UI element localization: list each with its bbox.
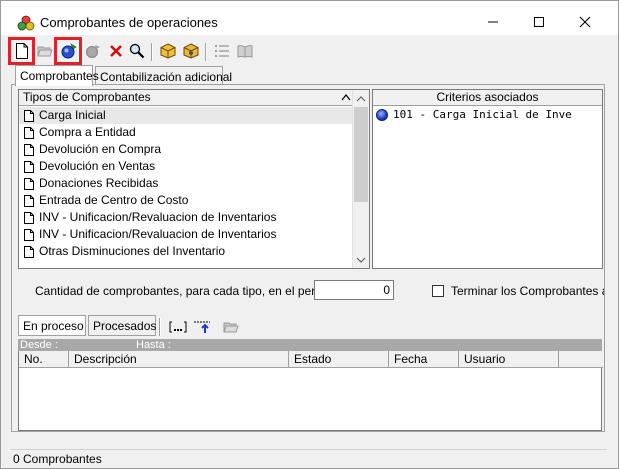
move-up-button[interactable]: [192, 318, 212, 336]
package-config-button[interactable]: [181, 41, 201, 61]
list-icon: [215, 45, 229, 57]
toolbar-separator-2: [205, 43, 207, 61]
scroll-up-arrow[interactable]: [353, 90, 369, 107]
new-document-button[interactable]: [12, 41, 32, 61]
range-button[interactable]: [168, 318, 188, 336]
comprobantes-panel: Tipos de Comprobantes Carga Inicial Comp…: [11, 84, 605, 432]
hasta-label: Hasta :: [136, 339, 171, 351]
package-icon: [160, 43, 176, 59]
maximize-button[interactable]: [517, 7, 561, 37]
tab-contabilizacion[interactable]: Contabilización adicional: [95, 66, 232, 86]
desde-label: Desde :: [20, 339, 58, 351]
delete-button[interactable]: [106, 41, 126, 61]
document-icon: [24, 178, 34, 190]
types-header-label: Tipos de Comprobantes: [23, 90, 151, 104]
search-icon: [129, 43, 145, 59]
open-folder-button[interactable]: [35, 41, 55, 61]
process-icon: [61, 43, 77, 59]
comprobantes-grid[interactable]: No. Descripción Estado Fecha Usuario: [18, 351, 603, 431]
tab-en-proceso[interactable]: En proceso: [18, 315, 86, 336]
list-item[interactable]: Devolución en Compra: [19, 141, 353, 158]
list-item[interactable]: INV - Unificacion/Revaluacion de Inventa…: [19, 209, 353, 226]
document-icon: [24, 229, 34, 241]
panel-content: Tipos de Comprobantes Carga Inicial Comp…: [12, 85, 604, 431]
terminate-checkbox-label[interactable]: Terminar los Comprobantes al co: [451, 284, 604, 298]
column-estado[interactable]: Estado: [289, 351, 389, 368]
quantity-label: Cantidad de comprobantes, para cada tipo…: [35, 284, 339, 298]
list-item[interactable]: Donaciones Recibidas: [19, 175, 353, 192]
search-button[interactable]: [127, 41, 147, 61]
open-folder-icon: [37, 46, 53, 57]
column-usuario[interactable]: Usuario: [459, 351, 559, 368]
document-icon: [24, 127, 34, 139]
criteria-item[interactable]: 101 - Carga Inicial de Inve: [373, 106, 602, 124]
book-button[interactable]: [235, 41, 255, 61]
scroll-down-arrow[interactable]: [353, 251, 369, 268]
types-list-header[interactable]: Tipos de Comprobantes: [19, 90, 353, 106]
date-range-bar: Desde : Hasta :: [18, 339, 602, 351]
tab-comprobantes[interactable]: Comprobantes: [15, 65, 99, 86]
chevron-down-icon: [356, 257, 366, 263]
document-icon: [24, 144, 34, 156]
new-document-icon: [16, 43, 28, 59]
list-item[interactable]: Entrada de Centro de Costo: [19, 192, 353, 209]
package-config-icon: [183, 43, 199, 59]
list-button[interactable]: [212, 41, 232, 61]
quantity-row: Cantidad de comprobantes, para cada tipo…: [12, 270, 604, 308]
document-icon: [24, 246, 34, 258]
document-icon: [24, 110, 34, 122]
column-descripcion[interactable]: Descripción: [69, 351, 289, 368]
column-fecha[interactable]: Fecha: [389, 351, 459, 368]
main-window: Comprobantes de operaciones Comprobantes…: [0, 0, 619, 469]
list-item[interactable]: INV - Unificacion/Revaluacion de Inventa…: [19, 226, 353, 243]
criteria-header[interactable]: Criterios asociados: [373, 90, 602, 106]
scrollbar-thumb[interactable]: [354, 107, 368, 202]
title-bar: Comprobantes de operaciones: [1, 1, 618, 35]
arrow-up-dotted-icon: [194, 321, 210, 333]
status-bar: 0 Comprobantes: [11, 449, 607, 468]
toolbar-separator: [151, 43, 153, 61]
tab-procesados[interactable]: Procesados: [88, 315, 156, 336]
app-icon: [17, 15, 35, 31]
list-item[interactable]: Otras Disminuciones del Inventario: [19, 243, 353, 260]
list-item[interactable]: Carga Inicial: [19, 107, 353, 124]
minimize-button[interactable]: [471, 7, 515, 37]
chevron-up-icon: [356, 95, 366, 101]
types-list-scrollbar[interactable]: [352, 90, 369, 268]
toolbar: [1, 35, 618, 65]
list-item[interactable]: Devolución en Ventas: [19, 158, 353, 175]
terminate-checkbox[interactable]: [432, 285, 444, 297]
open-folder-button-2[interactable]: [221, 318, 241, 336]
grid-header: No. Descripción Estado Fecha Usuario: [19, 351, 603, 368]
maximize-icon: [534, 17, 544, 27]
undo-process-icon: [86, 45, 100, 58]
document-icon: [24, 212, 34, 224]
column-no[interactable]: No.: [19, 351, 69, 368]
types-list-items: Carga Inicial Compra a Entidad Devolució…: [19, 107, 353, 269]
list-item[interactable]: Compra a Entidad: [19, 124, 353, 141]
open-folder-icon: [223, 322, 239, 333]
types-listbox[interactable]: Tipos de Comprobantes Carga Inicial Comp…: [18, 89, 370, 269]
package-button[interactable]: [158, 41, 178, 61]
undo-process-button[interactable]: [83, 41, 103, 61]
quantity-input[interactable]: 0: [314, 280, 394, 300]
minimize-icon: [488, 21, 498, 23]
process-button[interactable]: [59, 41, 79, 61]
close-icon: [579, 16, 591, 28]
bottom-separator: [159, 318, 161, 336]
criteria-listbox[interactable]: Criterios asociados 101 - Carga Inicial …: [372, 89, 603, 269]
document-icon: [24, 195, 34, 207]
book-icon: [237, 45, 253, 58]
close-button[interactable]: [563, 7, 607, 37]
document-icon: [24, 161, 34, 173]
ellipsis-bracket-icon: [169, 321, 187, 333]
criteria-bullet-icon: [376, 109, 388, 121]
window-title: Comprobantes de operaciones: [40, 15, 218, 30]
delete-icon: [110, 45, 122, 57]
